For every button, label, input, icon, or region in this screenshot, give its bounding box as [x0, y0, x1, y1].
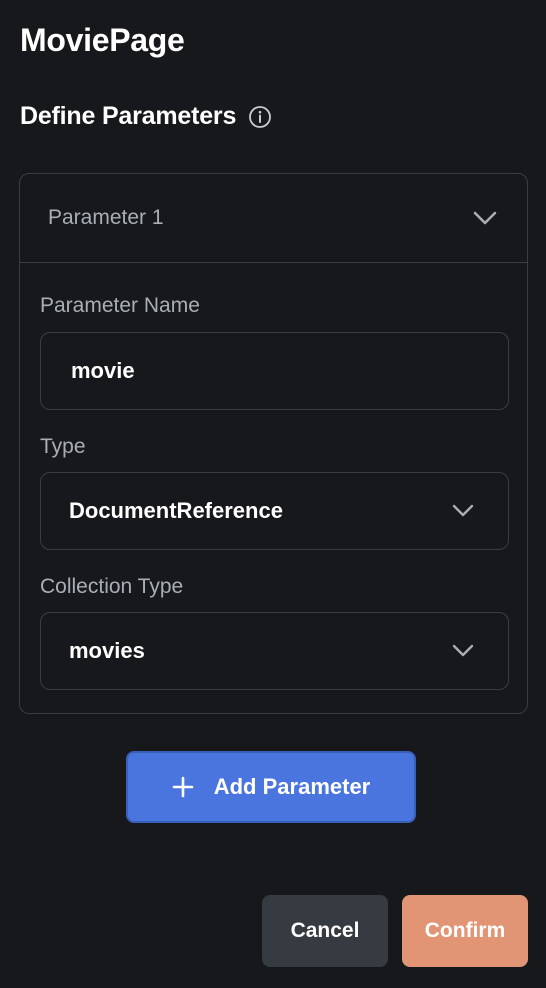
chevron-down-icon	[450, 497, 478, 525]
collection-type-value: movies	[69, 638, 145, 663]
movie-page-dialog: MoviePage Define Parameters Parameter 1 …	[0, 0, 546, 988]
section-title: Define Parameters	[20, 102, 237, 130]
type-select[interactable]: DocumentReference	[40, 472, 509, 550]
add-parameter-label: Add Parameter	[213, 774, 371, 799]
section-header: Define Parameters	[20, 102, 272, 131]
parameter-name-value: movie	[71, 358, 135, 383]
confirm-button[interactable]: Confirm	[402, 895, 528, 967]
chevron-down-icon	[450, 637, 478, 665]
parameter-header-label: Parameter 1	[48, 206, 164, 229]
info-icon[interactable]	[248, 105, 272, 129]
parameter-name-label: Parameter Name	[40, 294, 200, 317]
parameter-card: Parameter 1 Parameter Name movie Type Do…	[19, 173, 528, 714]
page-title: MoviePage	[20, 22, 185, 58]
parameter-header[interactable]: Parameter 1	[20, 174, 527, 263]
type-label: Type	[40, 435, 86, 458]
collection-type-select[interactable]: movies	[40, 612, 509, 690]
cancel-label: Cancel	[290, 919, 360, 942]
type-value: DocumentReference	[69, 498, 283, 523]
cancel-button[interactable]: Cancel	[262, 895, 388, 967]
parameter-name-input[interactable]: movie	[40, 332, 509, 410]
plus-icon	[172, 776, 194, 798]
collection-type-label: Collection Type	[40, 575, 184, 598]
confirm-label: Confirm	[424, 919, 506, 942]
add-parameter-button[interactable]: Add Parameter	[126, 751, 416, 823]
chevron-down-icon[interactable]	[471, 204, 499, 232]
